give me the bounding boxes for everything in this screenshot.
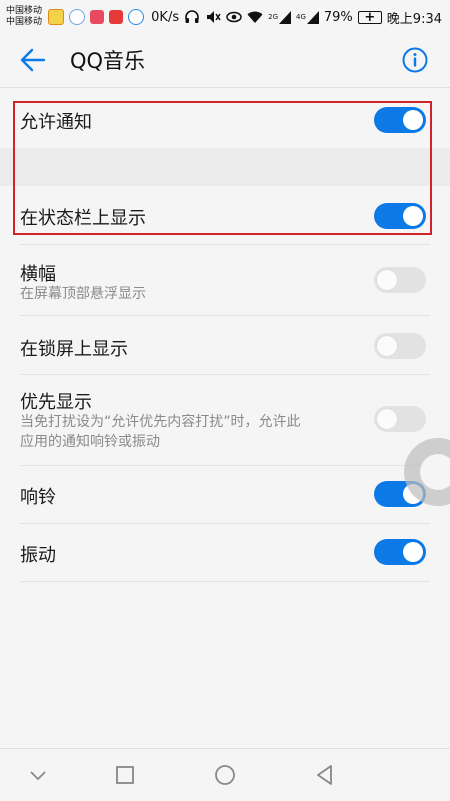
wifi-icon — [247, 11, 263, 23]
signal-2-icon — [306, 10, 319, 24]
home-circle-icon[interactable] — [213, 763, 237, 787]
carrier-1: 中国移动 — [6, 6, 43, 16]
signal-1-label: 2G — [268, 13, 278, 21]
setting-label: 横幅 — [20, 264, 56, 285]
headphones-icon — [185, 10, 199, 23]
vibrate-toggle[interactable] — [374, 539, 426, 565]
status-bar: 中国移动 中国移动 0K/s 2G 4G 79% + 晚上9:34 — [0, 0, 450, 34]
setting-subtitle-line1: 当免打扰设为“允许优先内容打扰”时，允许此 — [20, 414, 301, 430]
back-triangle-icon[interactable] — [313, 763, 337, 787]
recents-square-icon[interactable] — [113, 763, 137, 787]
setting-label: 振动 — [20, 545, 56, 566]
eye-icon — [226, 11, 242, 23]
setting-row-banner[interactable]: 横幅 在屏幕顶部悬浮显示 — [0, 246, 450, 314]
status-right: 0K/s 2G 4G 79% + 晚上9:34 — [151, 8, 450, 27]
setting-label: 优先显示 — [20, 392, 92, 413]
page-title: QQ音乐 — [70, 49, 146, 73]
info-icon[interactable] — [402, 47, 428, 73]
setting-label: 响铃 — [20, 487, 56, 508]
setting-row-lock-screen[interactable]: 在锁屏上显示 — [0, 317, 450, 373]
battery-icon: + — [357, 10, 382, 25]
battery-percent: 79% — [323, 9, 353, 25]
app-header: QQ音乐 — [0, 34, 450, 86]
setting-row-ringtone[interactable]: 响铃 — [0, 467, 450, 523]
setting-label: 在锁屏上显示 — [20, 339, 128, 360]
net-speed: 0K/s — [151, 9, 180, 25]
divider — [20, 581, 430, 582]
mute-icon — [207, 11, 221, 23]
carrier-2: 中国移动 — [6, 17, 43, 27]
back-arrow-icon[interactable] — [20, 48, 46, 72]
setting-subtitle-line2: 应用的通知响铃或振动 — [20, 434, 160, 450]
divider — [20, 523, 430, 524]
setting-row-vibrate[interactable]: 振动 — [0, 525, 450, 581]
divider — [20, 315, 430, 316]
banner-toggle[interactable] — [374, 267, 426, 293]
priority-toggle[interactable] — [374, 406, 426, 432]
player-icon — [128, 9, 145, 25]
divider — [20, 244, 430, 245]
clock: 晚上9:34 — [386, 11, 442, 27]
navigation-bar — [0, 748, 450, 801]
app-notify-icon — [69, 9, 86, 25]
highlight-annotation — [13, 101, 432, 235]
status-left: 中国移动 中国移动 — [0, 6, 149, 28]
setting-subtitle: 在屏幕顶部悬浮显示 — [20, 286, 146, 302]
carrier-labels: 中国移动 中国移动 — [6, 6, 42, 28]
divider — [20, 374, 430, 375]
divider — [20, 465, 430, 466]
video-app-icon — [109, 10, 124, 24]
chevron-down-icon[interactable] — [26, 763, 50, 787]
signal-2-label: 4G — [296, 13, 306, 21]
signal-1-icon — [279, 10, 291, 24]
lock-screen-toggle[interactable] — [374, 333, 426, 359]
weibo-icon — [48, 9, 65, 25]
shopping-icon — [90, 10, 105, 24]
header-divider — [0, 87, 450, 88]
setting-row-priority[interactable]: 优先显示 当免打扰设为“允许优先内容打扰”时，允许此 应用的通知响铃或振动 — [0, 376, 450, 464]
